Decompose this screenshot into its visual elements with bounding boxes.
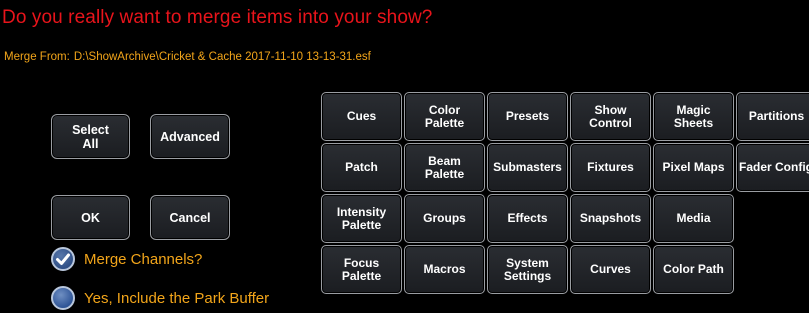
category-color-palette-button[interactable]: Color Palette <box>404 92 485 141</box>
merge-category-grid: Cues Color Palette Presets Show Control … <box>321 92 809 297</box>
merge-from-label: Merge From: <box>4 51 70 63</box>
category-focus-palette-button[interactable]: Focus Palette <box>321 245 402 294</box>
park-buffer-checkbox[interactable] <box>51 286 75 310</box>
category-magic-sheets-button[interactable]: Magic Sheets <box>653 92 734 141</box>
category-patch-button[interactable]: Patch <box>321 143 402 192</box>
select-all-button[interactable]: Select All <box>51 114 130 159</box>
category-intensity-palette-button[interactable]: Intensity Palette <box>321 194 402 243</box>
category-show-control-button[interactable]: Show Control <box>570 92 651 141</box>
category-cues-button[interactable]: Cues <box>321 92 402 141</box>
category-effects-button[interactable]: Effects <box>487 194 568 243</box>
merge-channels-option[interactable]: Merge Channels? <box>51 247 202 271</box>
category-snapshots-button[interactable]: Snapshots <box>570 194 651 243</box>
category-partitions-button[interactable]: Partitions <box>736 92 809 141</box>
category-submasters-button[interactable]: Submasters <box>487 143 568 192</box>
select-all-label: Select All <box>72 122 109 151</box>
merge-channels-label: Merge Channels? <box>84 250 203 268</box>
grid-empty-slot <box>736 245 809 294</box>
merge-from-path: D:\ShowArchive\Cricket & Cache 2017-11-1… <box>73 51 371 63</box>
category-pixel-maps-button[interactable]: Pixel Maps <box>653 143 734 192</box>
category-media-button[interactable]: Media <box>653 194 734 243</box>
category-color-path-button[interactable]: Color Path <box>653 245 734 294</box>
cancel-button[interactable]: Cancel <box>150 195 230 240</box>
merge-from-line: Merge From: D:\ShowArchive\Cricket & Cach… <box>4 51 371 63</box>
park-buffer-label: Yes, Include the Park Buffer <box>84 289 270 307</box>
category-presets-button[interactable]: Presets <box>487 92 568 141</box>
dialog-title: Do you really want to merge items into y… <box>2 7 433 28</box>
check-icon <box>56 253 70 265</box>
category-curves-button[interactable]: Curves <box>570 245 651 294</box>
category-beam-palette-button[interactable]: Beam Palette <box>404 143 485 192</box>
advanced-button[interactable]: Advanced <box>150 114 230 159</box>
cancel-label: Cancel <box>169 210 211 225</box>
category-groups-button[interactable]: Groups <box>404 194 485 243</box>
advanced-label: Advanced <box>160 129 220 144</box>
ok-label: OK <box>81 210 100 225</box>
merge-channels-checkbox[interactable] <box>51 247 75 271</box>
park-buffer-option[interactable]: Yes, Include the Park Buffer <box>51 286 269 310</box>
category-system-settings-button[interactable]: System Settings <box>487 245 568 294</box>
category-fader-configs-button[interactable]: Fader Configs <box>736 143 809 192</box>
ok-button[interactable]: OK <box>51 195 130 240</box>
category-macros-button[interactable]: Macros <box>404 245 485 294</box>
grid-empty-slot <box>736 194 809 243</box>
category-fixtures-button[interactable]: Fixtures <box>570 143 651 192</box>
